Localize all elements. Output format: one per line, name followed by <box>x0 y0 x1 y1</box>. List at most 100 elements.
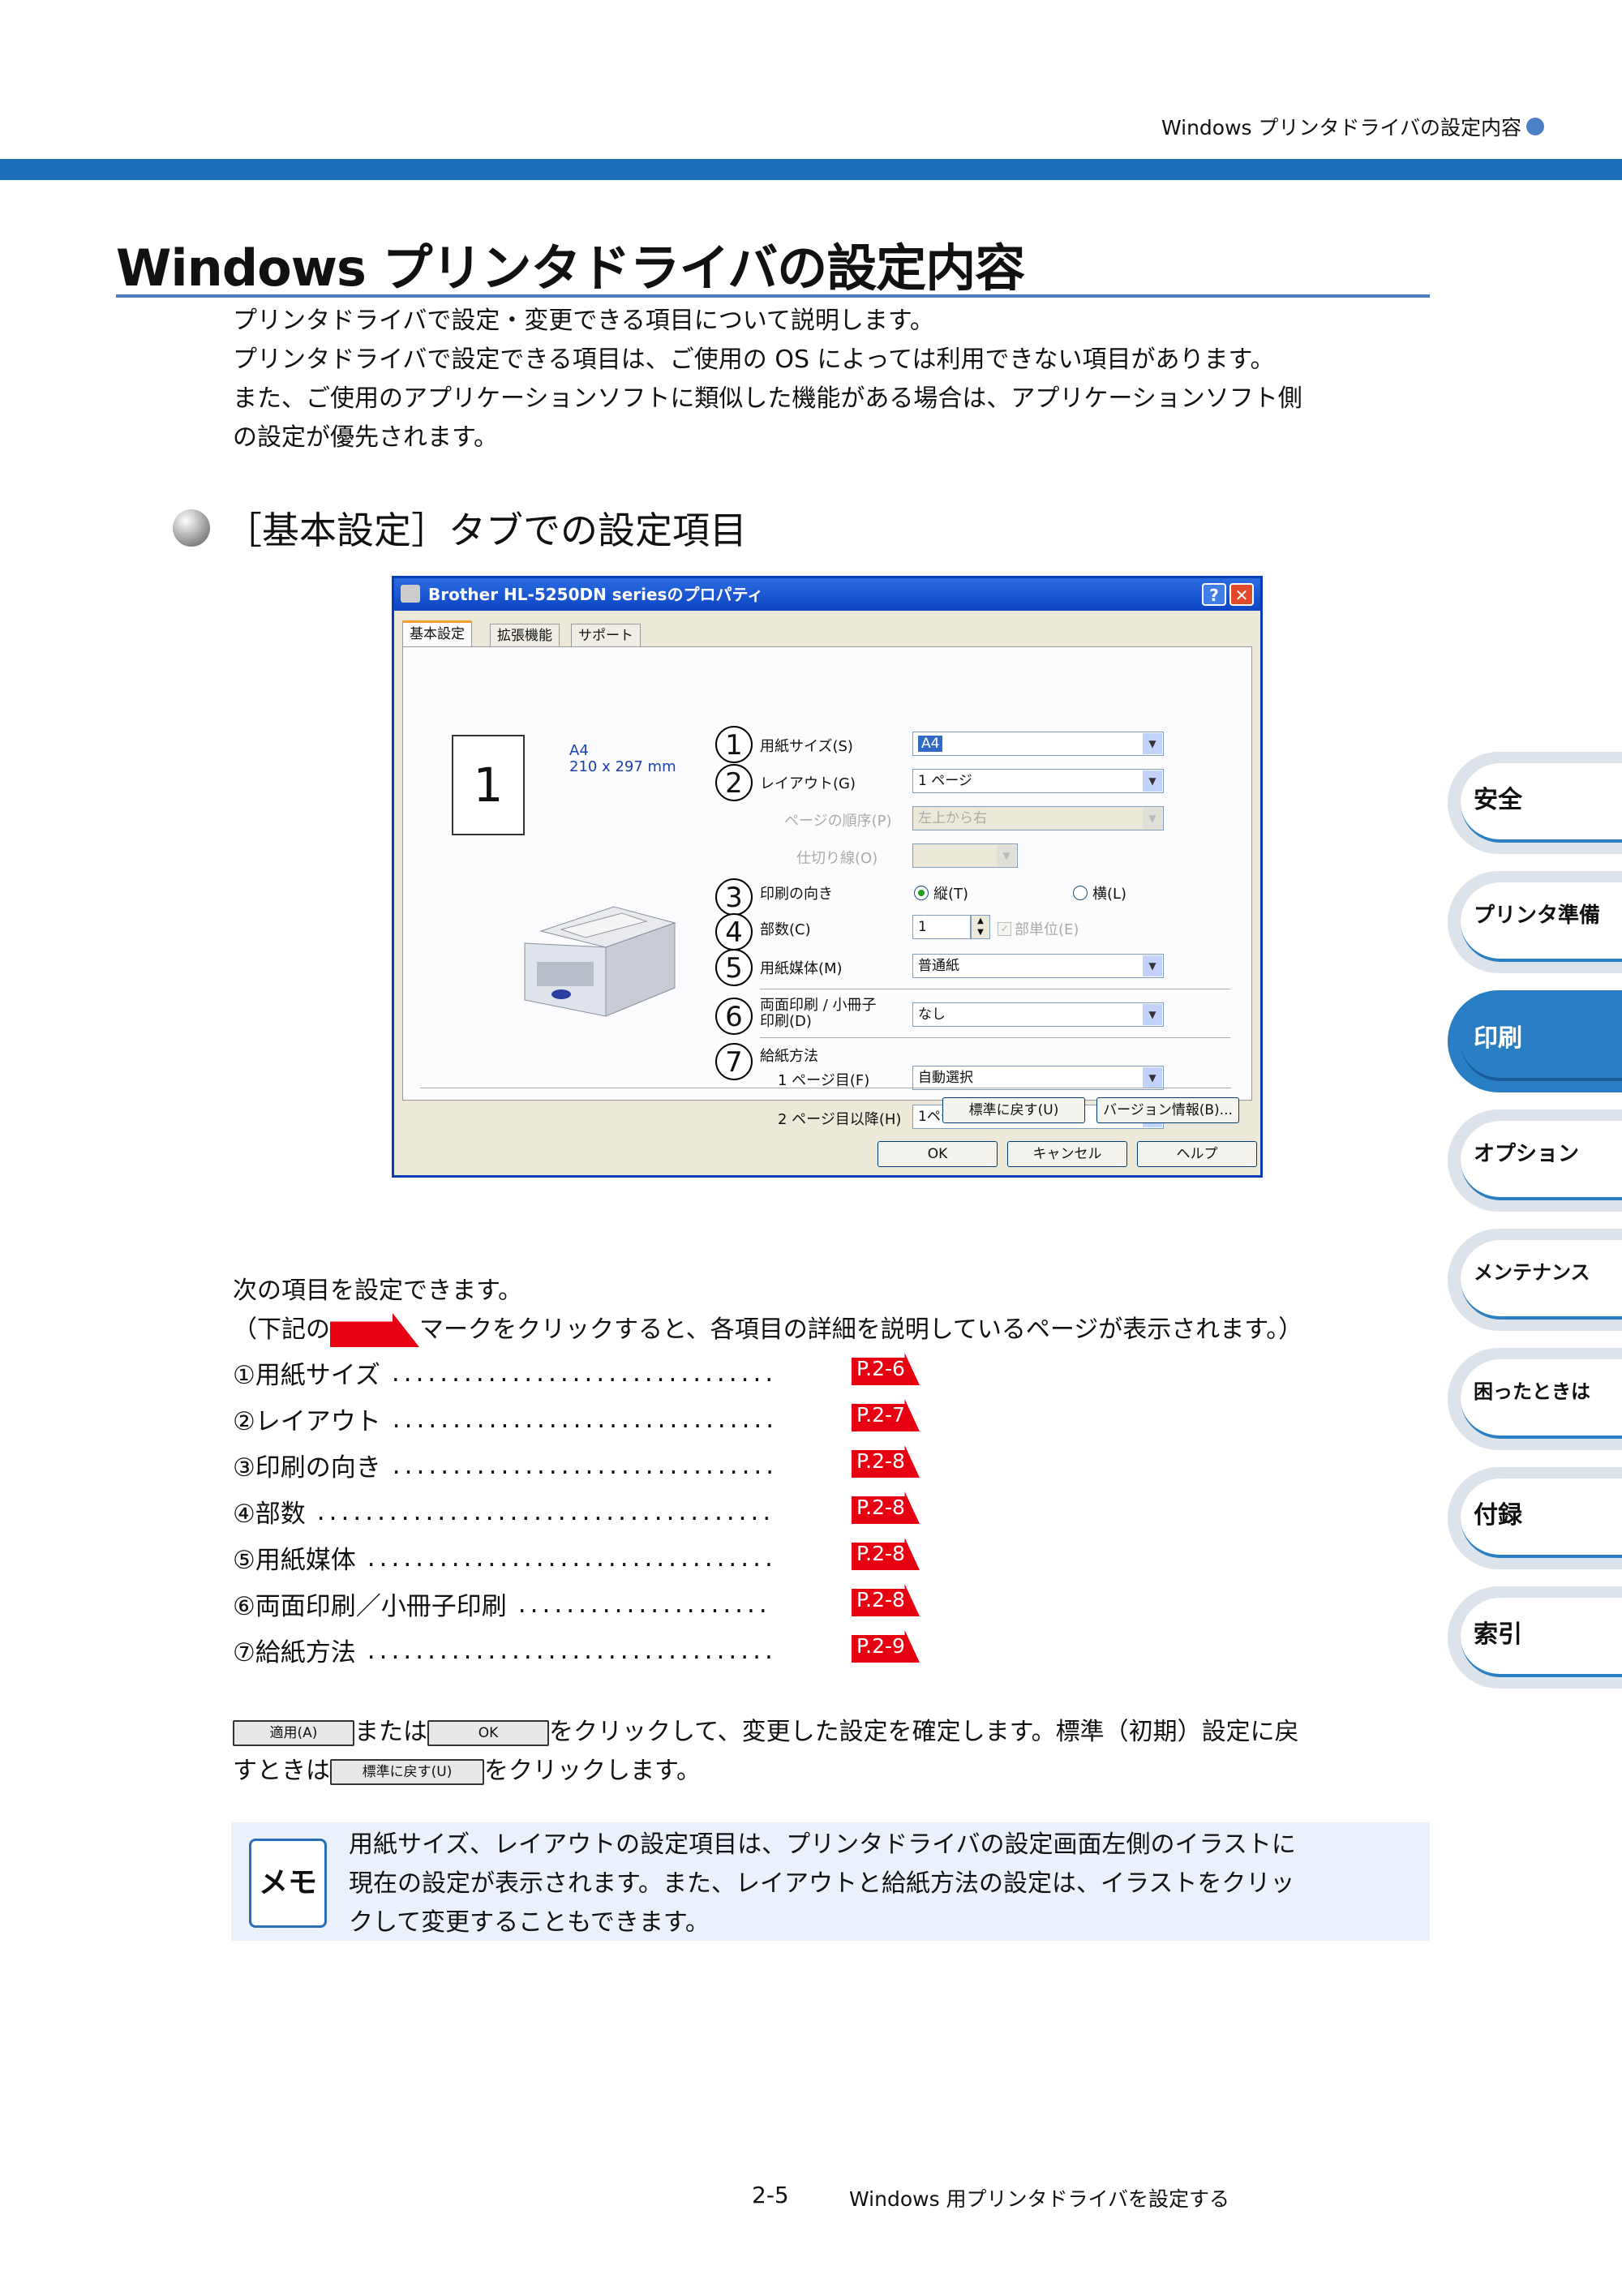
copies-spinner-icon[interactable]: ▲ ▼ <box>971 915 990 939</box>
item-leader: ...................................... <box>316 1496 775 1526</box>
item-leader: ................................ <box>392 1404 779 1434</box>
page-reference-link[interactable]: P.2-8 <box>852 1491 920 1524</box>
printer-illustration-icon[interactable] <box>517 899 679 1020</box>
paper-name: A4 <box>569 742 589 759</box>
list-item: ①用紙サイズ ................................ <box>233 1354 788 1391</box>
page-reference-link[interactable]: P.2-8 <box>852 1538 920 1570</box>
item-label: ⑥両面印刷／小冊子印刷 <box>233 1592 507 1621</box>
callout-1: 1 <box>715 726 753 763</box>
chevron-down-icon[interactable]: ▼ <box>1143 1067 1162 1088</box>
border-label: 仕切り線(O) <box>796 850 878 867</box>
landscape-label: 横(L) <box>1092 886 1127 903</box>
media-select[interactable]: 普通紙 ▼ <box>912 954 1164 978</box>
tab-basic[interactable]: 基本設定 <box>402 620 472 650</box>
items-intro: 次の項目を設定できます。 <box>233 1277 522 1305</box>
memo-icon: メモ <box>249 1839 327 1928</box>
default-button[interactable]: 標準に戻す(U) <box>942 1097 1085 1123</box>
duplex-label-line1: 両面印刷 / 小冊子 <box>760 997 877 1014</box>
dialog-title-bar: Brother HL-5250DN seriesのプロパティ ? ✕ <box>394 578 1260 611</box>
sphere-bullet-icon <box>173 509 210 547</box>
page-reference-link[interactable]: P.2-9 <box>852 1630 920 1663</box>
help-button[interactable]: ? <box>1202 583 1226 606</box>
paper-size-label: 用紙サイズ(S) <box>760 738 853 755</box>
page-reference-link[interactable]: P.2-8 <box>852 1445 920 1478</box>
border-select: ▼ <box>912 843 1018 868</box>
orientation-label: 印刷の向き <box>760 886 833 903</box>
section-heading-text: ［基本設定］タブでの設定項目 <box>225 509 747 552</box>
apply-button-image: 適用(A) <box>233 1719 354 1746</box>
chevron-down-icon[interactable]: ▼ <box>1143 733 1162 754</box>
item-label: ①用紙サイズ <box>233 1361 380 1390</box>
side-tab-label: 付録 <box>1474 1501 1522 1530</box>
side-tab-label: 索引 <box>1474 1620 1522 1649</box>
intro-line-2: プリンタドライバで設定できる項目は、ご使用の OS によっては利用できない項目が… <box>233 345 1275 374</box>
tab-support[interactable]: サポート <box>571 624 641 647</box>
side-tab-preparation[interactable]: プリンタ準備 <box>1448 871 1622 973</box>
page-reference-link[interactable]: P.2-6 <box>852 1353 920 1385</box>
layout-label: レイアウト(G) <box>760 775 856 792</box>
first-page-select[interactable]: 自動選択 ▼ <box>912 1066 1164 1090</box>
side-tab-maintenance[interactable]: メンテナンス <box>1448 1229 1622 1331</box>
close-button[interactable]: ✕ <box>1229 583 1254 606</box>
layout-preview[interactable]: 1 <box>452 735 525 835</box>
item-label: ③印刷の向き <box>233 1453 381 1483</box>
item-label: ⑤用紙媒体 <box>233 1546 356 1575</box>
radio-checked-icon[interactable] <box>914 886 929 900</box>
page-reference-link[interactable]: P.2-7 <box>852 1399 920 1431</box>
side-tab-safety[interactable]: 安全 <box>1448 752 1622 854</box>
layout-select[interactable]: 1 ページ ▼ <box>912 769 1164 793</box>
cancel-button[interactable]: キャンセル <box>1007 1141 1127 1167</box>
paper-dimensions: 210 x 297 mm <box>569 758 676 775</box>
chevron-down-icon[interactable]: ▼ <box>1143 770 1162 792</box>
portrait-radio[interactable]: 縦(T) <box>914 882 968 903</box>
duplex-select[interactable]: なし ▼ <box>912 1002 1164 1027</box>
callout-3: 3 <box>715 878 753 916</box>
items-intro-note-b: マークをクリックすると、各項目の詳細を説明しているページが表示されます。） <box>419 1315 1303 1344</box>
items-intro-note-a: （下記の <box>233 1315 330 1344</box>
item-label: ⑦給紙方法 <box>233 1638 356 1667</box>
media-value: 普通紙 <box>918 958 959 974</box>
landscape-radio[interactable]: 横(L) <box>1073 882 1126 903</box>
side-tab-printing[interactable]: 印刷 <box>1448 990 1622 1092</box>
list-item: ④部数 ....................................… <box>233 1493 786 1530</box>
copies-input[interactable]: 1 <box>912 915 971 939</box>
title-underline <box>116 294 1430 298</box>
dialog-title: Brother HL-5250DN seriesのプロパティ <box>428 585 764 604</box>
collate-checkbox[interactable]: ✓ 部単位(E) <box>998 918 1079 939</box>
source-label: 給紙方法 <box>760 1048 818 1065</box>
header-bar <box>0 159 1622 180</box>
paper-info: A4 210 x 297 mm <box>569 743 676 775</box>
ok-button[interactable]: OK <box>878 1141 998 1167</box>
bullet-dot-icon <box>1526 118 1544 135</box>
default-button-image: 標準に戻す(U) <box>330 1758 484 1785</box>
layout-value: 1 ページ <box>918 773 972 789</box>
memo-text: 用紙サイズ、レイアウトの設定項目は、プリンタドライバの設定画面左側のイラストに … <box>349 1826 1419 1942</box>
tab-panel: 1 A4 210 x 297 mm 1 用紙サイズ(S) A4 ▼ 2 レイアウ… <box>402 646 1252 1129</box>
side-tab-label: 安全 <box>1474 786 1522 814</box>
chevron-down-icon[interactable]: ▼ <box>1143 1004 1162 1025</box>
side-tab-troubleshooting[interactable]: 困ったときは <box>1448 1348 1622 1450</box>
side-tab-appendix[interactable]: 付録 <box>1448 1467 1622 1569</box>
page-reference-link[interactable]: P.2-8 <box>852 1584 920 1616</box>
duplex-label: 両面印刷 / 小冊子 印刷(D) <box>760 998 877 1030</box>
checkbox-checked-icon[interactable]: ✓ <box>998 921 1011 936</box>
memo-line-3: クして変更することもできます。 <box>349 1908 710 1937</box>
help-dialog-button[interactable]: ヘルプ <box>1137 1141 1257 1167</box>
callout-7: 7 <box>715 1043 753 1080</box>
item-leader: .................................. <box>367 1635 777 1665</box>
radio-unchecked-icon[interactable] <box>1073 886 1088 900</box>
side-tab-label: 困ったときは <box>1474 1380 1590 1403</box>
side-tab-options[interactable]: オプション <box>1448 1109 1622 1212</box>
confirm-text-2b: をクリックします。 <box>484 1757 701 1785</box>
items-intro-note: （下記の マークをクリックすると、各項目の詳細を説明しているページが表示されます… <box>233 1311 1302 1350</box>
tab-advanced[interactable]: 拡張機能 <box>490 624 560 647</box>
chevron-down-icon[interactable]: ▼ <box>1143 955 1162 976</box>
item-label: ④部数 <box>233 1500 306 1529</box>
side-tab-index[interactable]: 索引 <box>1448 1586 1622 1689</box>
intro-line-1: プリンタドライバで設定・変更できる項目について説明します。 <box>233 307 934 335</box>
paper-size-select[interactable]: A4 ▼ <box>912 732 1164 756</box>
separator <box>760 1037 1230 1038</box>
memo-line-2: 現在の設定が表示されます。また、レイアウトと給紙方法の設定は、イラストをクリッ <box>349 1869 1295 1898</box>
version-button[interactable]: バージョン情報(B)... <box>1096 1097 1239 1123</box>
item-leader: ................................ <box>391 1358 778 1388</box>
